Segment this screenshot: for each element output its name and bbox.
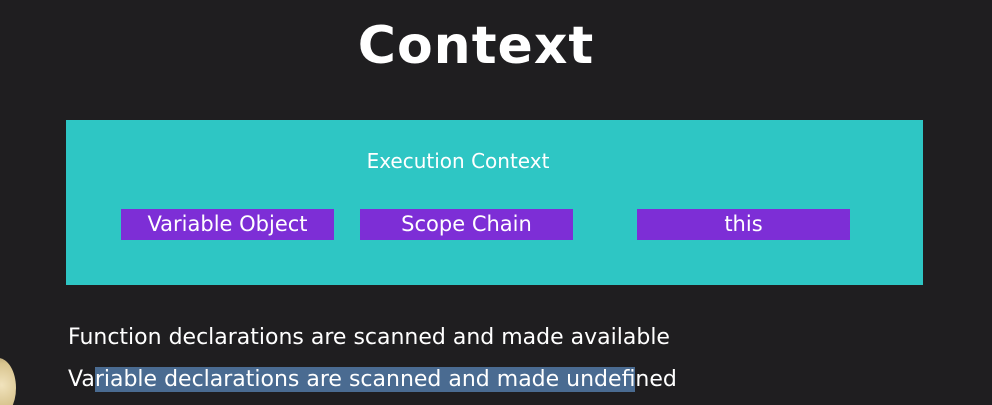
presentation-slide: Context Execution Context Variable Objec… — [0, 0, 992, 405]
this-box: this — [637, 209, 850, 240]
text-segment: ned — [635, 367, 677, 392]
bullet-variable-declarations: Variable declarations are scanned and ma… — [68, 365, 677, 395]
presenter-avatar — [0, 358, 16, 405]
execution-context-box: Execution Context Variable Object Scope … — [66, 120, 923, 285]
execution-context-label: Execution Context — [366, 149, 550, 173]
highlighted-text-selection[interactable]: riable declarations are scanned and made… — [94, 367, 622, 392]
text-segment: Va — [68, 367, 95, 392]
bullet-function-declarations: Function declarations are scanned and ma… — [68, 325, 670, 350]
slide-title: Context — [357, 16, 595, 76]
highlighted-text-selection-end[interactable]: fi — [621, 367, 636, 392]
variable-object-box: Variable Object — [121, 209, 334, 240]
scope-chain-box: Scope Chain — [360, 209, 573, 240]
